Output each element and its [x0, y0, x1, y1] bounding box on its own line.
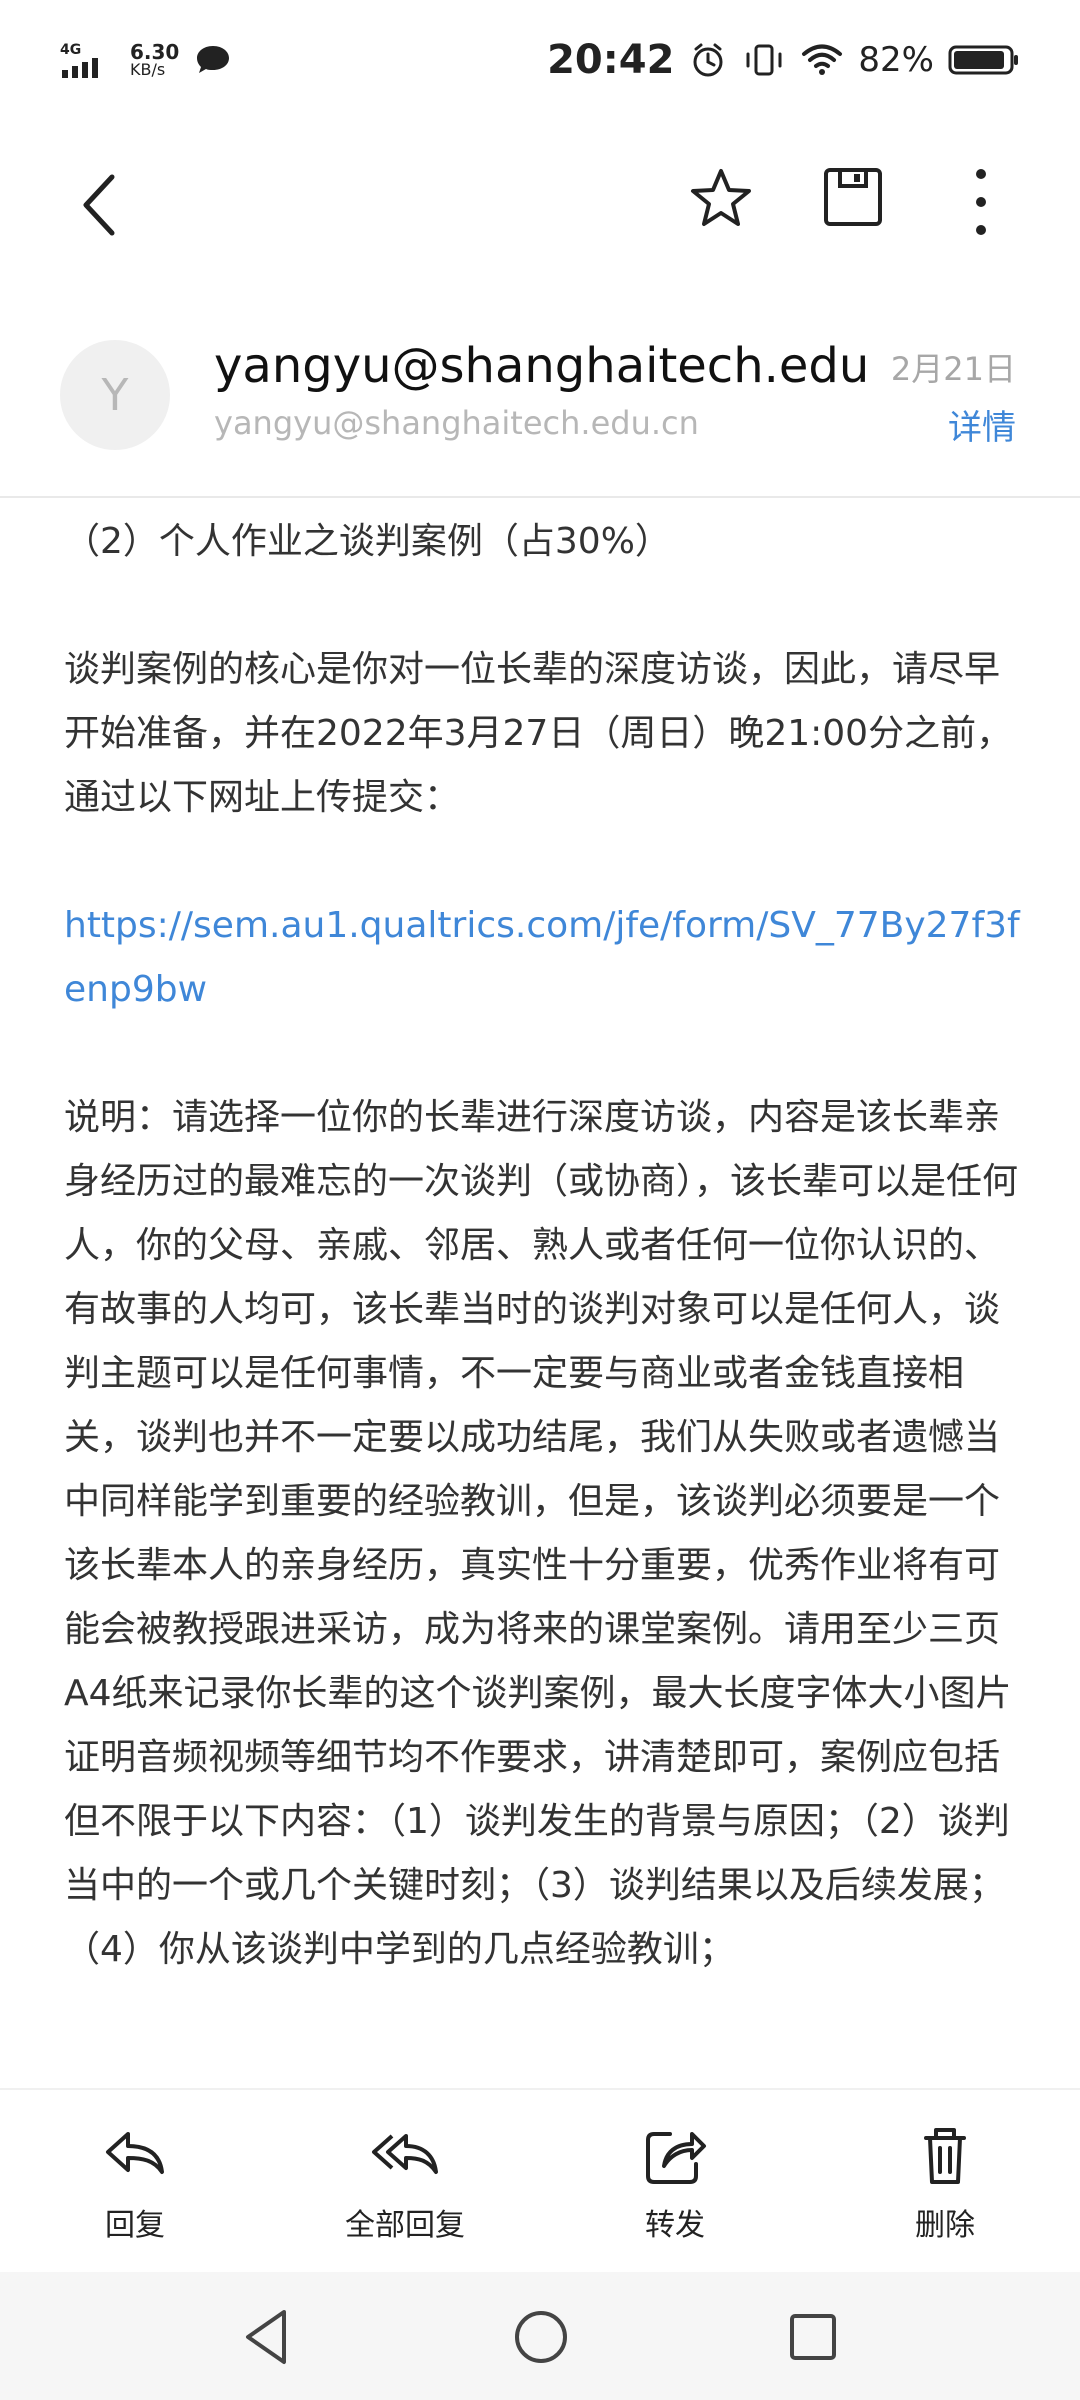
- battery-percent: 82%: [858, 40, 934, 80]
- submission-link[interactable]: https://sem.au1.qualtrics.com/jfe/form/S…: [64, 905, 1020, 1010]
- email-date: 2月21日: [890, 350, 1016, 388]
- email-header-toolbar: [0, 120, 1080, 290]
- time: 20:42: [547, 37, 675, 83]
- trash-icon: [924, 2128, 966, 2184]
- system-back-icon[interactable]: [230, 2300, 304, 2374]
- svg-text:4G: 4G: [60, 42, 81, 58]
- vibrate-icon: [746, 44, 782, 76]
- speed-value: 6.30: [130, 40, 180, 64]
- reply-all-icon: [372, 2134, 438, 2174]
- email-body: （2）个人作业之谈判案例（占30%） 谈判案例的核心是你对一位长辈的深度访谈，因…: [64, 510, 1024, 2046]
- save-icon[interactable]: [820, 164, 886, 230]
- sender-info: Y yangyu@shanghaitech.edu yangyu@shangha…: [0, 300, 1080, 500]
- forward-icon: [646, 2132, 706, 2184]
- reply-icon: [106, 2132, 164, 2174]
- forward-label: 转发: [645, 2208, 705, 2243]
- email-actions-bar: 回复 全部回复 转发 删除: [0, 2088, 1080, 2274]
- network-speed: 6.30 KB/s: [130, 42, 179, 78]
- star-icon[interactable]: [688, 165, 754, 231]
- system-home-icon[interactable]: [504, 2300, 578, 2374]
- details-link[interactable]: 详情: [948, 400, 1016, 449]
- body-paragraph-2: 谈判案例的核心是你对一位长辈的深度访谈，因此，请尽早开始准备，并在2022年3月…: [64, 649, 1013, 818]
- reply-button[interactable]: 回复: [0, 2090, 270, 2274]
- status-left: 4G 4G 6.30 KB/s: [60, 40, 233, 80]
- sender-email: yangyu@shanghaitech.edu.cn: [214, 404, 699, 442]
- reply-label: 回复: [105, 2208, 165, 2243]
- wifi-icon: [802, 44, 843, 75]
- forward-button[interactable]: 转发: [540, 2090, 810, 2274]
- delete-label: 删除: [915, 2208, 975, 2243]
- reply-all-button[interactable]: 全部回复: [270, 2090, 540, 2274]
- system-navigation-bar: [0, 2272, 1080, 2400]
- reply-all-label: 全部回复: [345, 2208, 465, 2243]
- chat-bubble-icon: [197, 46, 230, 73]
- speed-unit: KB/s: [130, 60, 166, 79]
- avatar: Y: [60, 340, 170, 450]
- signal-icon: 4G: [60, 42, 98, 78]
- status-right: 20:42 82%: [547, 37, 1020, 83]
- alarm-icon: [693, 43, 723, 77]
- more-vertical-icon[interactable]: [968, 162, 994, 242]
- system-recents-icon[interactable]: [776, 2300, 850, 2374]
- delete-button[interactable]: 删除: [810, 2090, 1080, 2274]
- header-divider: [0, 496, 1080, 498]
- sender-name: yangyu@shanghaitech.edu: [214, 338, 870, 394]
- body-paragraph-3: 说明：请选择一位你的长辈进行深度访谈，内容是该长辈亲身经历过的最难忘的一次谈判（…: [64, 1097, 1019, 1970]
- battery-icon: [948, 45, 1018, 75]
- status-bar: 4G 4G 6.30 KB/s 20:42: [0, 0, 1080, 120]
- body-paragraph-1: （2）个人作业之谈判案例（占30%）: [64, 521, 671, 562]
- body-link-paragraph: https://sem.au1.qualtrics.com/jfe/form/S…: [64, 894, 1024, 1022]
- chevron-left-icon[interactable]: [70, 165, 130, 245]
